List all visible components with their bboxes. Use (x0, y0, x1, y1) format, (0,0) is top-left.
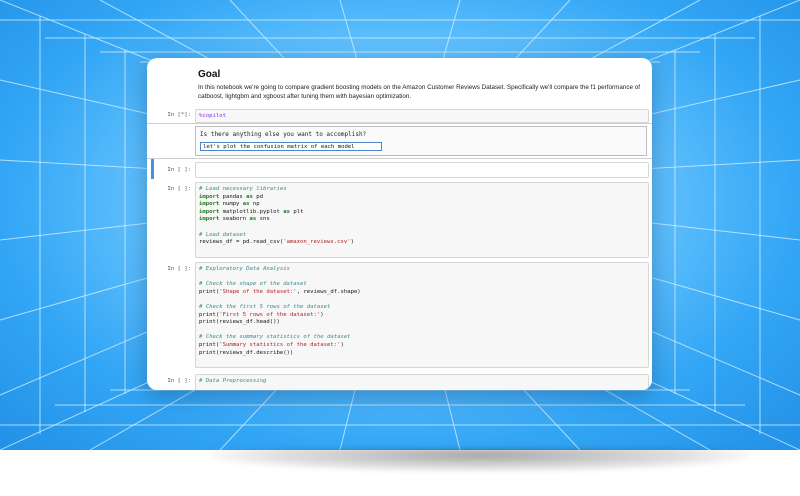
window-shadow (210, 448, 750, 472)
code-comment: # Load dataset (199, 231, 247, 238)
cell-prompt-imports: In [ ]: (167, 186, 191, 192)
code-comment: # Data Preprocessing (199, 378, 267, 384)
code-cell-preprocess[interactable]: # Data Preprocessing (195, 374, 649, 390)
code-comment: # Check the first 5 rows of the dataset (199, 303, 331, 310)
code-cell-imports[interactable]: # Load necessary libraries import pandas… (195, 182, 649, 258)
code-cell-empty[interactable] (195, 162, 649, 178)
code-comment: # Exploratory Data Analysis (199, 266, 290, 272)
goal-description: In this notebook we're going to compare … (198, 84, 641, 100)
cell-prompt-empty: In [ ]: (167, 167, 191, 173)
copilot-input[interactable]: let's plot the confusion matrix of each … (200, 142, 382, 151)
goal-heading: Goal (198, 69, 221, 80)
cell-prompt-eda: In [ ]: (167, 266, 191, 272)
copilot-magic: %copilot (199, 113, 226, 119)
copilot-question: Is there anything else you want to accom… (200, 131, 367, 138)
code-comment: # Check the shape of the dataset (199, 281, 307, 288)
notebook-window: Goal In this notebook we're going to com… (147, 58, 652, 390)
copilot-prompt-box: Is there anything else you want to accom… (195, 126, 647, 156)
code-comment: # Load necessary libraries (199, 186, 287, 192)
copilot-widget: Is there anything else you want to accom… (147, 123, 652, 159)
cell-prompt-preprocess: In [ ]: (167, 378, 191, 384)
code-cell-copilot[interactable]: %copilot (195, 109, 649, 123)
code-comment: # Check the summary statistics of the da… (199, 334, 351, 341)
code-cell-eda[interactable]: # Exploratory Data Analysis # Check the … (195, 262, 649, 368)
cell-prompt-copilot: In [*]: (167, 112, 191, 118)
